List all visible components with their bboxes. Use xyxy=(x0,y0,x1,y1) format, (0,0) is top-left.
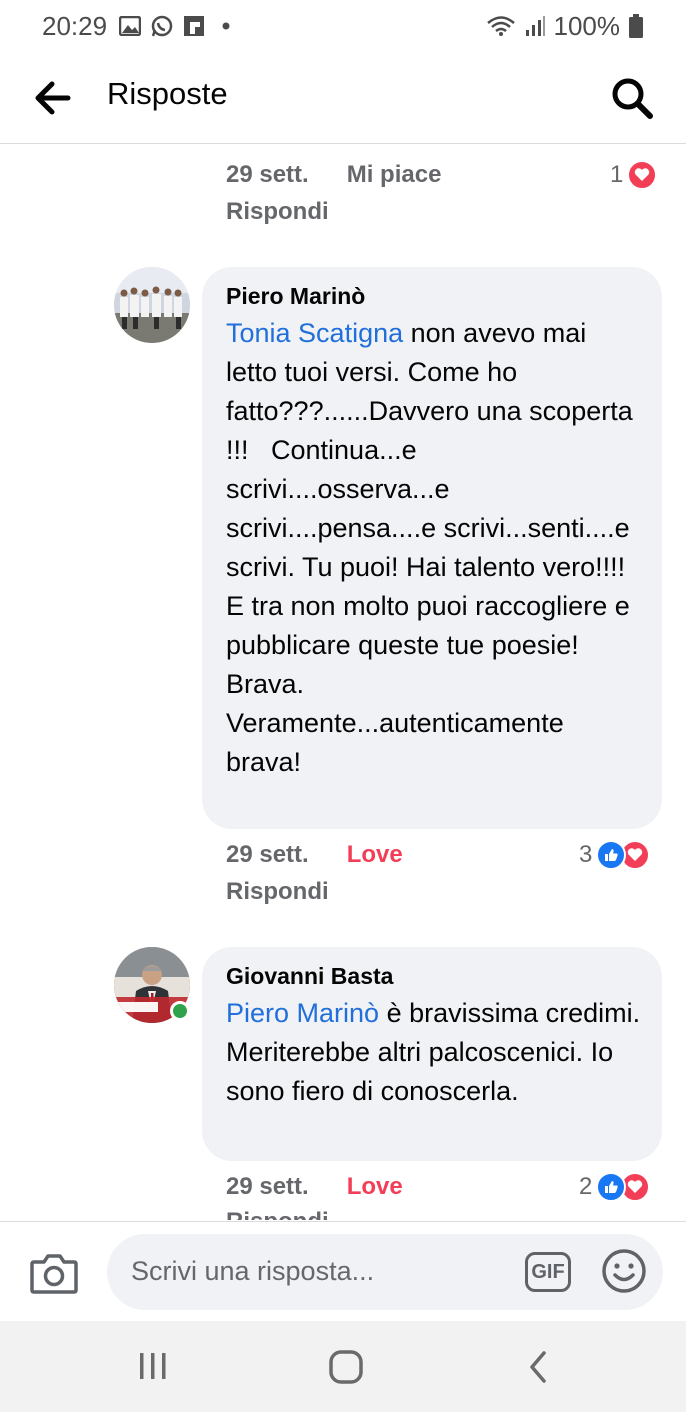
camera-button[interactable] xyxy=(30,1252,78,1294)
comment-bubble[interactable]: Giovanni Basta Piero Marinò è bravissima… xyxy=(202,947,662,1161)
reply-composer: Scrivi una risposta... GIF xyxy=(0,1221,686,1321)
reaction-count: 2 xyxy=(579,1173,593,1200)
reply-button[interactable]: Rispondi xyxy=(226,1208,329,1220)
reply-input-placeholder: Scrivi una risposta... xyxy=(131,1256,375,1286)
reaction-summary[interactable]: 2 xyxy=(579,1172,651,1202)
comment-date[interactable]: 29 sett. xyxy=(226,1173,309,1201)
arrow-left-icon xyxy=(35,81,71,115)
battery-percent: 100% xyxy=(553,10,621,41)
search-icon xyxy=(612,78,653,119)
gif-label: GIF xyxy=(531,1260,565,1283)
reply-input[interactable]: Scrivi una risposta... GIF xyxy=(107,1234,663,1310)
like-reaction-icon xyxy=(596,840,627,870)
love-button[interactable]: Love xyxy=(347,1173,403,1201)
gallery-icon xyxy=(119,15,142,37)
comment-text: Tonia Scatigna non avevo mai letto tuoi … xyxy=(226,314,642,782)
reaction-summary[interactable]: 3 xyxy=(579,840,651,870)
like-reaction-icon xyxy=(596,1172,627,1202)
online-status-indicator xyxy=(170,1001,190,1021)
app-header: Risposte xyxy=(0,52,686,144)
recent-apps-button[interactable] xyxy=(134,1349,174,1385)
smiley-icon xyxy=(602,1249,646,1293)
status-notification-icons xyxy=(119,15,237,37)
comment-meta: 29 sett. Love xyxy=(226,841,403,869)
home-icon xyxy=(329,1350,363,1384)
love-reaction-icon xyxy=(627,160,658,190)
comment-bubble[interactable]: Piero Marinò Tonia Scatigna non avevo ma… xyxy=(202,267,662,829)
avatar[interactable] xyxy=(114,267,190,343)
reaction-count: 3 xyxy=(579,841,593,868)
mention-link[interactable]: Piero Marinò xyxy=(226,998,379,1028)
comment-meta: 29 sett. Mi piace xyxy=(226,161,441,189)
comment-date[interactable]: 29 sett. xyxy=(226,841,309,869)
comment-body: non avevo mai letto tuoi versi. Come ho … xyxy=(226,318,641,777)
camera-icon xyxy=(30,1254,78,1294)
page-title: Risposte xyxy=(107,76,228,111)
chevron-left-icon xyxy=(530,1351,546,1383)
comment-author[interactable]: Piero Marinò xyxy=(226,283,642,310)
mention-link[interactable]: Tonia Scatigna xyxy=(226,318,403,348)
battery-icon xyxy=(628,14,644,38)
home-button[interactable] xyxy=(326,1349,366,1385)
recent-apps-icon xyxy=(140,1353,166,1379)
love-button[interactable]: Love xyxy=(347,841,403,869)
reply-button[interactable]: Rispondi xyxy=(226,878,329,906)
comment-author[interactable]: Giovanni Basta xyxy=(226,963,642,990)
back-button[interactable] xyxy=(34,80,74,116)
emoji-button[interactable] xyxy=(601,1248,647,1294)
signal-icon xyxy=(524,15,546,37)
like-button[interactable]: Mi piace xyxy=(347,161,442,189)
system-back-button[interactable] xyxy=(520,1349,560,1385)
whatsapp-icon xyxy=(151,15,173,37)
gif-button[interactable]: GIF xyxy=(525,1252,571,1292)
search-button[interactable] xyxy=(610,76,654,120)
comment-text: Piero Marinò è bravissima credimi. Merit… xyxy=(226,994,642,1111)
dot-icon xyxy=(215,15,237,37)
reply-button[interactable]: Rispondi xyxy=(226,198,329,226)
flipboard-icon xyxy=(183,15,205,37)
reaction-count: 1 xyxy=(610,161,624,188)
reaction-summary[interactable]: 1 xyxy=(610,160,658,190)
comment-date[interactable]: 29 sett. xyxy=(226,161,309,189)
status-system-icons: 100% xyxy=(486,11,645,42)
replies-feed[interactable]: 29 sett. Mi piace Rispondi 1 Piero Marin… xyxy=(0,145,686,1220)
system-navigation-bar xyxy=(0,1321,686,1412)
status-time: 20:29 xyxy=(42,10,108,41)
comment-meta: 29 sett. Love xyxy=(226,1173,403,1201)
status-bar: 20:29 100% xyxy=(0,0,686,52)
wifi-icon xyxy=(486,15,516,37)
